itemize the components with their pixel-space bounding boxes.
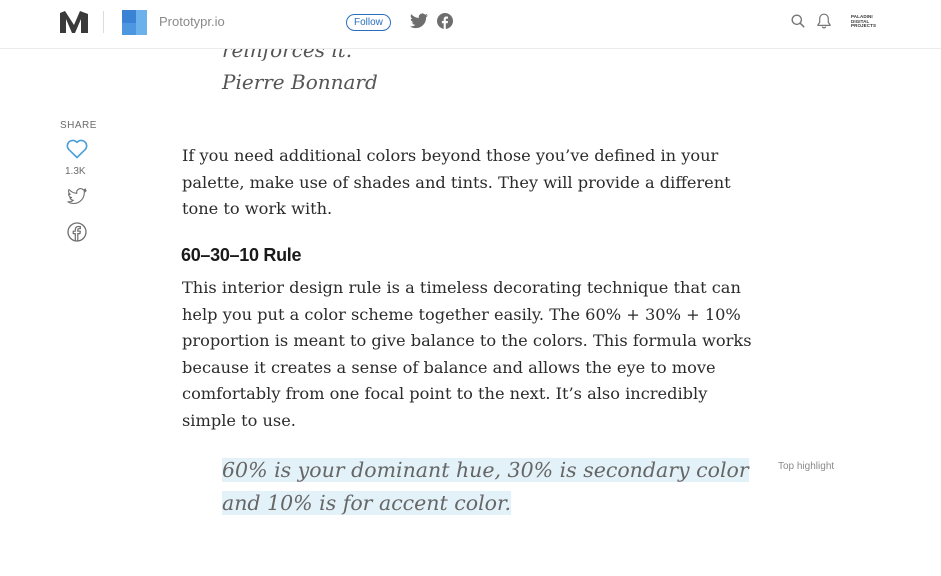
divider: [103, 11, 104, 33]
heart-icon[interactable]: [66, 139, 88, 159]
prototypr-logo-icon[interactable]: [122, 10, 147, 35]
avatar[interactable]: PALADINI DIGITAL PROJECTS: [851, 14, 877, 29]
facebook-icon[interactable]: [67, 222, 87, 242]
quote-author: Pierre Bonnard: [222, 70, 378, 94]
avatar-line: PROJECTS: [851, 23, 877, 29]
clap-count: 1.3K: [65, 166, 86, 177]
top-highlight-label: Top highlight: [778, 461, 835, 472]
highlighted-pull-quote[interactable]: 60% is your dominant hue, 30% is seconda…: [222, 454, 752, 520]
twitter-icon[interactable]: [67, 188, 87, 205]
article-paragraph: This interior design rule is a timeless …: [182, 278, 752, 430]
medium-logo-icon[interactable]: [60, 11, 88, 33]
publication-name[interactable]: Prototypr.io: [159, 14, 225, 29]
search-icon[interactable]: [791, 14, 805, 28]
highlighted-text[interactable]: 60% is your dominant hue, 30% is seconda…: [222, 458, 749, 515]
share-label: SHARE: [60, 120, 97, 131]
article-paragraph: If you need additional colors beyond tho…: [182, 146, 731, 218]
bell-icon[interactable]: [817, 13, 831, 29]
section-heading: 60–30–10 Rule: [181, 245, 302, 265]
twitter-icon[interactable]: [410, 13, 428, 29]
top-navigation-bar: Prototypr.io Follow PALADINI DIGITAL PRO…: [0, 0, 941, 49]
follow-button[interactable]: Follow: [346, 14, 391, 31]
facebook-icon[interactable]: [437, 13, 453, 29]
